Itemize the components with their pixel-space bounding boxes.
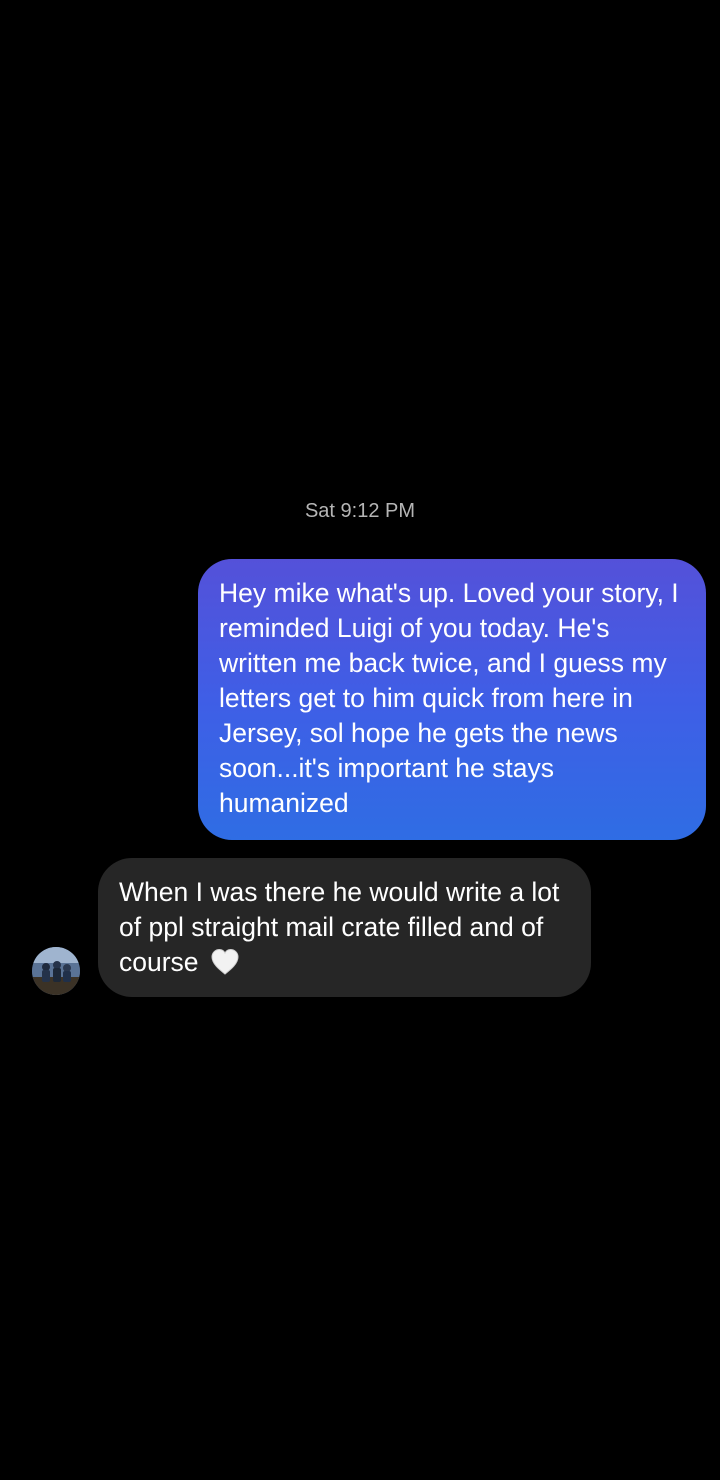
outgoing-message-row: Hey mike what's up. Loved your story, I … (198, 559, 706, 840)
outgoing-message-text: Hey mike what's up. Loved your story, I … (219, 578, 679, 818)
avatar-photo (32, 947, 80, 995)
message-timestamp: Sat 9:12 PM (304, 500, 416, 522)
outgoing-message-bubble[interactable]: Hey mike what's up. Loved your story, I … (198, 559, 706, 840)
incoming-message-text: When I was there he would write a lot of… (119, 877, 560, 977)
incoming-message-row: When I was there he would write a lot of… (32, 858, 592, 997)
white-heart-icon (210, 948, 240, 976)
avatar[interactable] (32, 947, 80, 995)
incoming-message-bubble[interactable]: When I was there he would write a lot of… (98, 858, 591, 997)
